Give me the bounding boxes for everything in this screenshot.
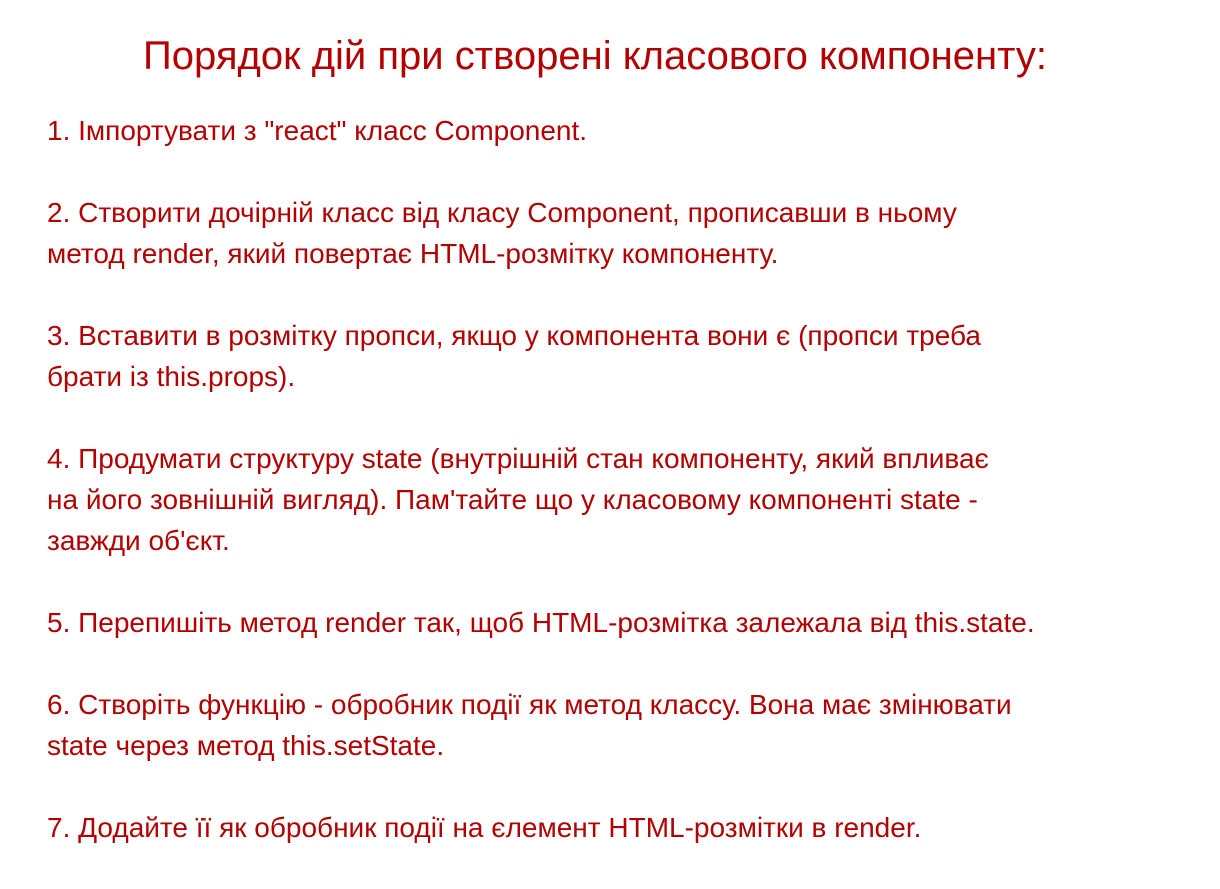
step-line: завжди об'єкт. [47, 525, 230, 556]
step-line: на його зовнішній вигляд). Пам'тайте що … [47, 484, 978, 515]
step-1: 1. Імпортувати з "react" класс Component… [47, 110, 1212, 151]
page-title: Порядок дій при створені класового компо… [143, 34, 1047, 78]
step-6: 6. Створіть функцію - обробник події як … [47, 684, 1212, 766]
step-line: 7. Додайте її як обробник події на єлеме… [47, 812, 922, 843]
step-2: 2. Створити дочірній класс від класу Com… [47, 192, 1212, 274]
step-line: брати із this.props). [47, 361, 296, 392]
step-line: 5. Перепишіть метод render так, щоб HTML… [47, 607, 1035, 638]
step-line: state через метод this.setState. [47, 730, 445, 761]
step-line: 6. Створіть функцію - обробник події як … [47, 689, 1012, 720]
steps-list: 1. Імпортувати з "react" класс Component… [47, 110, 1212, 889]
step-7: 7. Додайте її як обробник події на єлеме… [47, 807, 1212, 848]
step-line: 3. Вставити в розмітку пропси, якщо у ко… [47, 320, 981, 351]
step-line: метод render, який повертає HTML-розмітк… [47, 238, 779, 269]
step-line: 2. Створити дочірній класс від класу Com… [47, 197, 957, 228]
step-line: 1. Імпортувати з "react" класс Component… [47, 115, 588, 146]
step-4: 4. Продумати структуру state (внутрішній… [47, 438, 1212, 561]
step-5: 5. Перепишіть метод render так, щоб HTML… [47, 602, 1212, 643]
step-line: 4. Продумати структуру state (внутрішній… [47, 443, 989, 474]
step-3: 3. Вставити в розмітку пропси, якщо у ко… [47, 315, 1212, 397]
